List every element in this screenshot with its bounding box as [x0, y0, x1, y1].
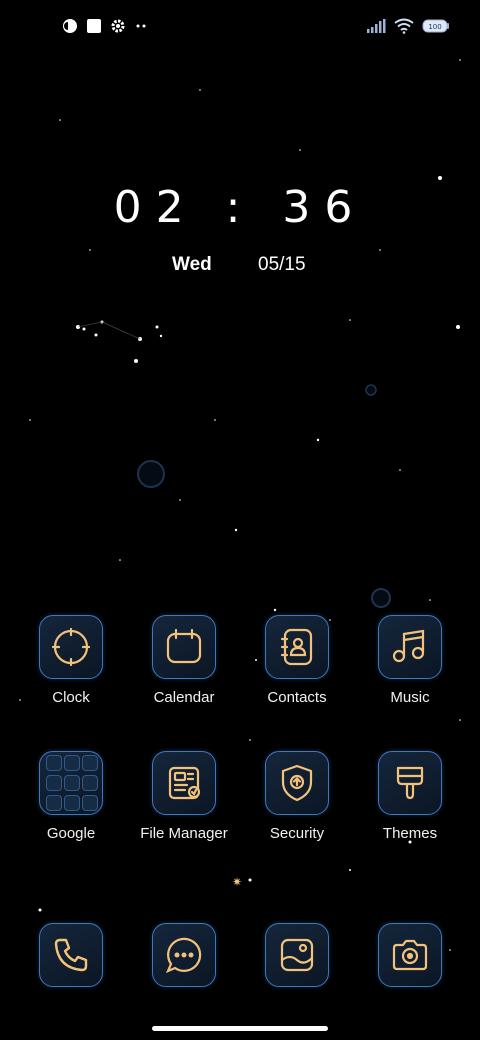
- signal-bars-icon: [367, 19, 386, 33]
- notification-app-icon: [63, 19, 77, 33]
- app-label: Google: [46, 825, 96, 842]
- app-label: Themes: [382, 825, 438, 842]
- calendar-icon: [152, 615, 216, 679]
- gallery-icon: [265, 923, 329, 987]
- status-system: 100: [366, 18, 450, 34]
- dock-camera[interactable]: [355, 923, 465, 987]
- folder-app-icon: [82, 755, 98, 771]
- app-label: Contacts: [267, 689, 327, 706]
- app-file-manager[interactable]: File Manager: [129, 751, 239, 842]
- app-label: Music: [390, 689, 430, 706]
- clock-time[interactable]: 02 : 36: [0, 182, 480, 233]
- file-manager-icon: [152, 751, 216, 815]
- home-gesture-bar[interactable]: [152, 1026, 328, 1031]
- security-shield-icon: [265, 751, 329, 815]
- dock-gallery[interactable]: [242, 923, 352, 987]
- battery-level-text: 100: [428, 23, 441, 31]
- more-dots-icon: [136, 24, 146, 28]
- clock-day: Wed: [172, 254, 212, 275]
- folder-app-icon: [46, 775, 62, 791]
- status-notifications: [62, 18, 148, 34]
- folder-app-icon: [64, 775, 80, 791]
- app-themes[interactable]: Themes: [355, 751, 465, 842]
- app-music[interactable]: Music: [355, 615, 465, 706]
- folder-app-icon: [64, 755, 80, 771]
- folder-app-icon: [46, 795, 62, 811]
- contacts-icon: [265, 615, 329, 679]
- battery-icon: 100: [422, 19, 449, 33]
- dock-phone[interactable]: [16, 923, 126, 987]
- starfield-wallpaper: ✷: [19, 59, 461, 981]
- settings-gear-icon: [111, 19, 125, 33]
- clock-date: 05/15: [258, 254, 306, 275]
- folder-app-icon: [82, 795, 98, 811]
- clock-icon: [39, 615, 103, 679]
- camera-icon: [378, 923, 442, 987]
- music-note-icon: [378, 615, 442, 679]
- app-google-folder[interactable]: Google: [16, 751, 126, 842]
- app-label: Clock: [52, 689, 90, 706]
- app-calendar[interactable]: Calendar: [129, 615, 239, 706]
- wifi-icon: [394, 18, 414, 34]
- svg-text:✷: ✷: [232, 875, 242, 889]
- app-security[interactable]: Security: [242, 751, 352, 842]
- app-label: Security: [269, 825, 325, 842]
- google-folder-icon: [39, 751, 103, 815]
- folder-app-icon: [46, 755, 62, 771]
- app-clock[interactable]: Clock: [16, 615, 126, 706]
- app-contacts[interactable]: Contacts: [242, 615, 352, 706]
- messaging-icon: [152, 923, 216, 987]
- app-label: File Manager: [140, 825, 228, 842]
- themes-brush-icon: [378, 751, 442, 815]
- dock-messaging[interactable]: [129, 923, 239, 987]
- square-notification-icon: [87, 19, 101, 33]
- phone-icon: [39, 923, 103, 987]
- app-label: Calendar: [153, 689, 215, 706]
- folder-app-icon: [82, 775, 98, 791]
- status-bar: 100: [0, 14, 480, 42]
- folder-app-icon: [64, 795, 80, 811]
